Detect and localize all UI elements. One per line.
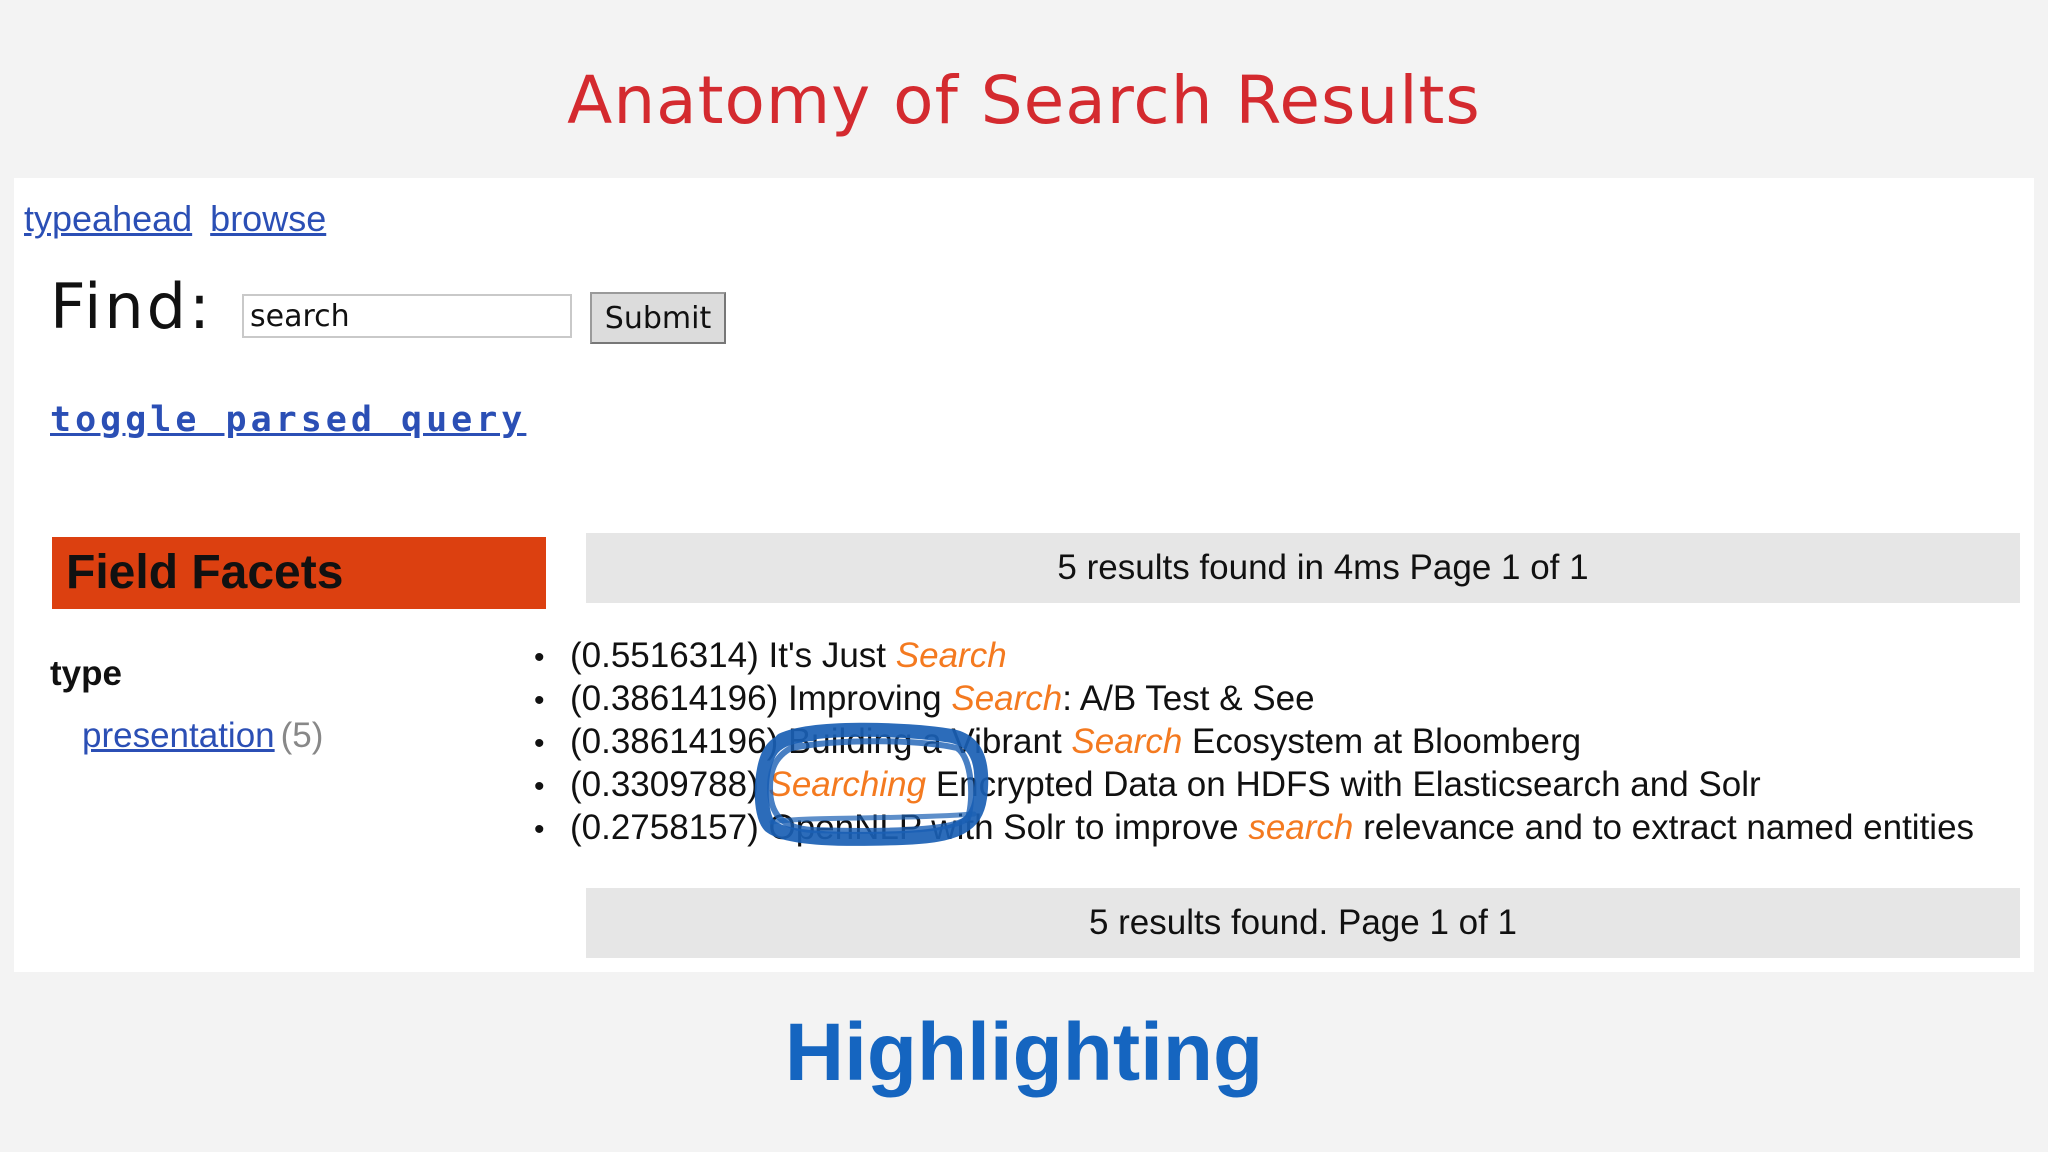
result-item: • (0.5516314) It's Just Search [534,634,1974,677]
search-input[interactable] [242,294,572,338]
result-title-pre: Improving [778,679,952,718]
bullet-icon: • [534,727,545,760]
toggle-parsed-query-link[interactable]: toggle parsed query [50,400,526,440]
facet-field-name: type [50,654,122,693]
slide-title: Anatomy of Search Results [567,62,1481,139]
result-title-pre: Building a Vibrant [778,722,1072,761]
result-score: (0.2758157) [570,808,759,847]
bullet-icon: • [534,813,545,846]
submit-button[interactable]: Submit [590,292,726,344]
bullet-icon: • [534,641,545,674]
bullet-icon: • [534,770,545,803]
result-title-post: Encrypted Data on HDFS with Elasticsearc… [926,765,1761,804]
result-title-post: Ecosystem at Bloomberg [1182,722,1582,761]
search-page-panel: typeahead browse Find: Submit toggle par… [14,178,2034,972]
result-highlight: search [1248,808,1354,847]
result-title-post: : A/B Test & See [1062,679,1315,718]
result-title-pre: It's Just [758,636,896,675]
result-highlight: Searching [768,765,927,804]
result-item: • (0.2758157) OpenNLP with Solr to improv… [534,806,1974,849]
top-nav: typeahead browse [24,198,334,240]
results-summary-top: 5 results found in 4ms Page 1 of 1 [586,533,2020,603]
result-highlight: Search [951,679,1063,718]
result-highlight: Search [895,636,1007,675]
slide-subtitle: Highlighting [784,1007,1264,1098]
result-score: (0.3309788) [570,765,759,804]
typeahead-link[interactable]: typeahead [24,198,192,239]
result-score: (0.38614196) [570,722,779,761]
result-score: (0.5516314) [570,636,759,675]
result-item: • (0.38614196) Building a Vibrant Search … [534,720,1974,763]
facet-link-presentation[interactable]: presentation [82,716,275,755]
result-item: • (0.38614196) Improving Search: A/B Test… [534,677,1974,720]
bullet-icon: • [534,684,545,717]
result-title-pre: OpenNLP with Solr to improve [758,808,1249,847]
facet-item: presentation (5) [82,716,323,756]
result-item: • (0.3309788) Searching Encrypted Data on… [534,763,1974,806]
browse-link[interactable]: browse [210,198,326,239]
facet-count: (5) [280,716,324,755]
result-title-pre [759,765,769,804]
results-list: • (0.5516314) It's Just Search • (0.386141… [534,634,1974,849]
result-title-post: relevance and to extract named entities [1353,808,1975,847]
find-label: Find: [50,270,213,343]
result-highlight: Search [1071,722,1183,761]
field-facets-header: Field Facets [52,537,546,609]
results-summary-bottom: 5 results found. Page 1 of 1 [586,888,2020,958]
result-score: (0.38614196) [570,679,779,718]
